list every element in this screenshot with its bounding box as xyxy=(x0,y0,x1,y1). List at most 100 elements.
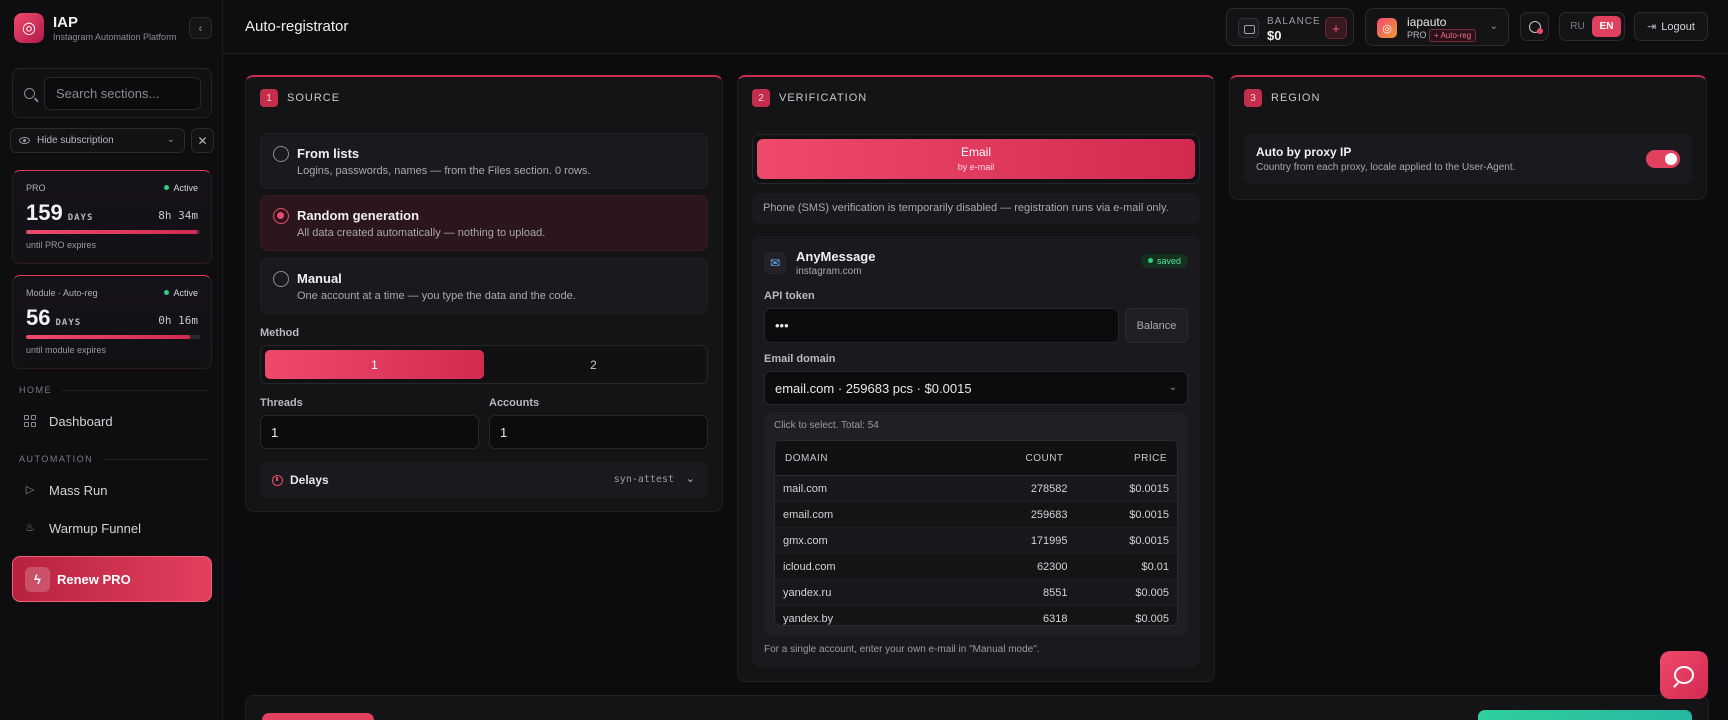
selected-domain: email.com · 259683 pcs · $0.0015 xyxy=(775,381,972,396)
search-icon xyxy=(24,88,35,99)
page-title: Auto-registrator xyxy=(245,18,349,35)
chevron-left-icon: ‹ xyxy=(198,21,203,35)
api-token-input[interactable] xyxy=(764,308,1119,343)
subscription-card-pro: PRO Active 159 DAYS 8h 34m until PRO expi… xyxy=(12,170,212,264)
table-row[interactable]: yandex.ru 8551 $0.005 xyxy=(775,580,1177,606)
hide-subscription-toggle[interactable]: Hide subscription ⌄ xyxy=(10,128,185,153)
email-tab-subtitle: by e-mail xyxy=(957,162,995,172)
support-button[interactable] xyxy=(1520,12,1549,41)
option-title: Manual xyxy=(297,271,342,286)
user-menu[interactable]: ◎ iapauto PRO + Auto-reg ⌄ xyxy=(1365,8,1509,46)
status-badge: Active xyxy=(164,288,198,298)
search-input[interactable] xyxy=(44,77,201,110)
column-header-price[interactable]: PRICE xyxy=(1068,453,1177,464)
user-tier: PRO xyxy=(1407,30,1427,40)
subscription-card-module: Module · Auto-reg Active 56 DAYS 0h 16m u… xyxy=(12,275,212,369)
user-avatar-icon: ◎ xyxy=(1377,18,1397,38)
add-balance-button[interactable]: + xyxy=(1325,17,1347,39)
progress-fill xyxy=(26,230,199,234)
subscription-tag: PRO xyxy=(26,183,46,193)
single-account-note: For a single account, enter your own e-m… xyxy=(764,644,1040,655)
time-remaining: 8h 34m xyxy=(158,209,198,222)
renew-pro-button[interactable]: ϟ Renew PRO xyxy=(12,556,212,602)
sidebar-item-warmup-funnel[interactable]: ♨ Warmup Funnel xyxy=(12,512,212,544)
secondary-action-button[interactable] xyxy=(262,713,374,720)
column-header-domain[interactable]: DOMAIN xyxy=(775,453,974,464)
user-module-badge: + Auto-reg xyxy=(1429,29,1477,42)
language-switch: RU EN xyxy=(1559,12,1625,41)
panel-title: REGION xyxy=(1271,92,1321,104)
radio-button[interactable] xyxy=(273,208,289,224)
column-header-count[interactable]: COUNT xyxy=(974,453,1068,464)
delays-expander[interactable]: Delays syn-attest ⌄ xyxy=(260,462,708,498)
source-option-random-generation[interactable]: Random generation All data created autom… xyxy=(260,195,708,251)
brand[interactable]: ◎ IAP Instagram Automation Platform xyxy=(14,13,177,43)
chevron-down-icon: ⌄ xyxy=(166,134,175,145)
play-icon: ▷ xyxy=(25,484,35,496)
hide-subscription-label: Hide subscription xyxy=(37,135,114,146)
auto-region-title: Auto by proxy IP xyxy=(1256,145,1352,159)
logout-label: Logout xyxy=(1661,20,1695,33)
close-icon: ✕ xyxy=(197,133,208,148)
sidebar-item-dashboard[interactable]: Dashboard xyxy=(12,405,212,437)
saved-badge: saved xyxy=(1140,254,1188,268)
email-domain-select[interactable]: email.com · 259683 pcs · $0.0015 ⌄ xyxy=(764,371,1188,405)
eye-icon xyxy=(19,137,30,144)
source-option-manual[interactable]: Manual One account at a time — you type … xyxy=(260,258,708,314)
sidebar-item-label: Warmup Funnel xyxy=(49,520,141,536)
method-option-1[interactable]: 1 xyxy=(265,350,484,379)
close-subscription-button[interactable]: ✕ xyxy=(191,128,214,153)
subscription-tag: Module · Auto-reg xyxy=(26,288,98,298)
email-tab-title: Email xyxy=(960,145,991,159)
topbar: Auto-registrator BALANCE $0 + ◎ iapauto … xyxy=(223,0,1728,54)
table-header: DOMAIN COUNT PRICE xyxy=(775,441,1177,476)
table-row[interactable]: icloud.com 62300 $0.01 xyxy=(775,554,1177,580)
chat-button[interactable] xyxy=(1660,651,1708,699)
subscription-footer: until PRO expires xyxy=(26,240,97,250)
table-row[interactable]: mail.com 278582 $0.0015 xyxy=(775,476,1177,502)
table-row[interactable]: gmx.com 171995 $0.0015 xyxy=(775,528,1177,554)
provider-name: AnyMessage xyxy=(796,249,876,264)
option-description: One account at a time — you type the dat… xyxy=(297,290,576,302)
sms-disabled-note: Phone (SMS) verification is temporarily … xyxy=(752,193,1200,224)
brand-name: IAP xyxy=(53,13,79,31)
panel-title: SOURCE xyxy=(287,92,341,104)
progress-fill xyxy=(26,335,190,339)
chevron-down-icon: ⌄ xyxy=(1168,382,1177,393)
auto-region-toggle[interactable] xyxy=(1646,150,1680,168)
accounts-input[interactable] xyxy=(489,415,708,449)
threads-label: Threads xyxy=(260,397,303,409)
step-number: 2 xyxy=(752,89,770,107)
provider-card: ✉ AnyMessage instagram.com saved API tok… xyxy=(752,236,1200,667)
lang-ru[interactable]: RU xyxy=(1563,16,1592,37)
lang-en[interactable]: EN xyxy=(1592,16,1621,37)
logout-button[interactable]: ⇥ Logout xyxy=(1634,12,1708,41)
user-name: iapauto xyxy=(1407,15,1447,29)
balance-value: $0 xyxy=(1267,28,1282,43)
radio-button[interactable] xyxy=(273,271,289,287)
source-option-from-lists[interactable]: From lists Logins, passwords, names — fr… xyxy=(260,133,708,189)
radio-button[interactable] xyxy=(273,146,289,162)
accounts-label: Accounts xyxy=(489,397,540,409)
check-balance-button[interactable]: Balance xyxy=(1125,308,1188,343)
instagram-logo-icon: ◎ xyxy=(14,13,44,43)
option-description: All data created automatically — nothing… xyxy=(297,227,546,239)
search-box xyxy=(12,68,212,118)
action-bar xyxy=(245,695,1709,720)
domain-table: DOMAIN COUNT PRICE mail.com 278582 $0.0015… xyxy=(774,440,1178,626)
sidebar-item-mass-run[interactable]: ▷ Mass Run xyxy=(12,474,212,506)
balance-label: BALANCE xyxy=(1267,16,1321,27)
method-option-2[interactable]: 2 xyxy=(484,350,703,379)
start-button[interactable] xyxy=(1478,710,1692,720)
email-verification-tab[interactable]: Email by e-mail xyxy=(757,139,1195,179)
bolt-icon: ϟ xyxy=(25,566,50,592)
collapse-sidebar-button[interactable]: ‹ xyxy=(189,17,212,39)
threads-input[interactable] xyxy=(260,415,479,449)
method-selector: 1 2 xyxy=(260,345,708,384)
nav-section-home: HOME xyxy=(19,385,209,395)
notification-dot xyxy=(1537,28,1543,34)
table-row[interactable]: email.com 259683 $0.0015 xyxy=(775,502,1177,528)
option-title: From lists xyxy=(297,146,360,161)
table-row[interactable]: yandex.by 6318 $0.005 xyxy=(775,606,1177,625)
logout-icon: ⇥ xyxy=(1647,21,1657,33)
